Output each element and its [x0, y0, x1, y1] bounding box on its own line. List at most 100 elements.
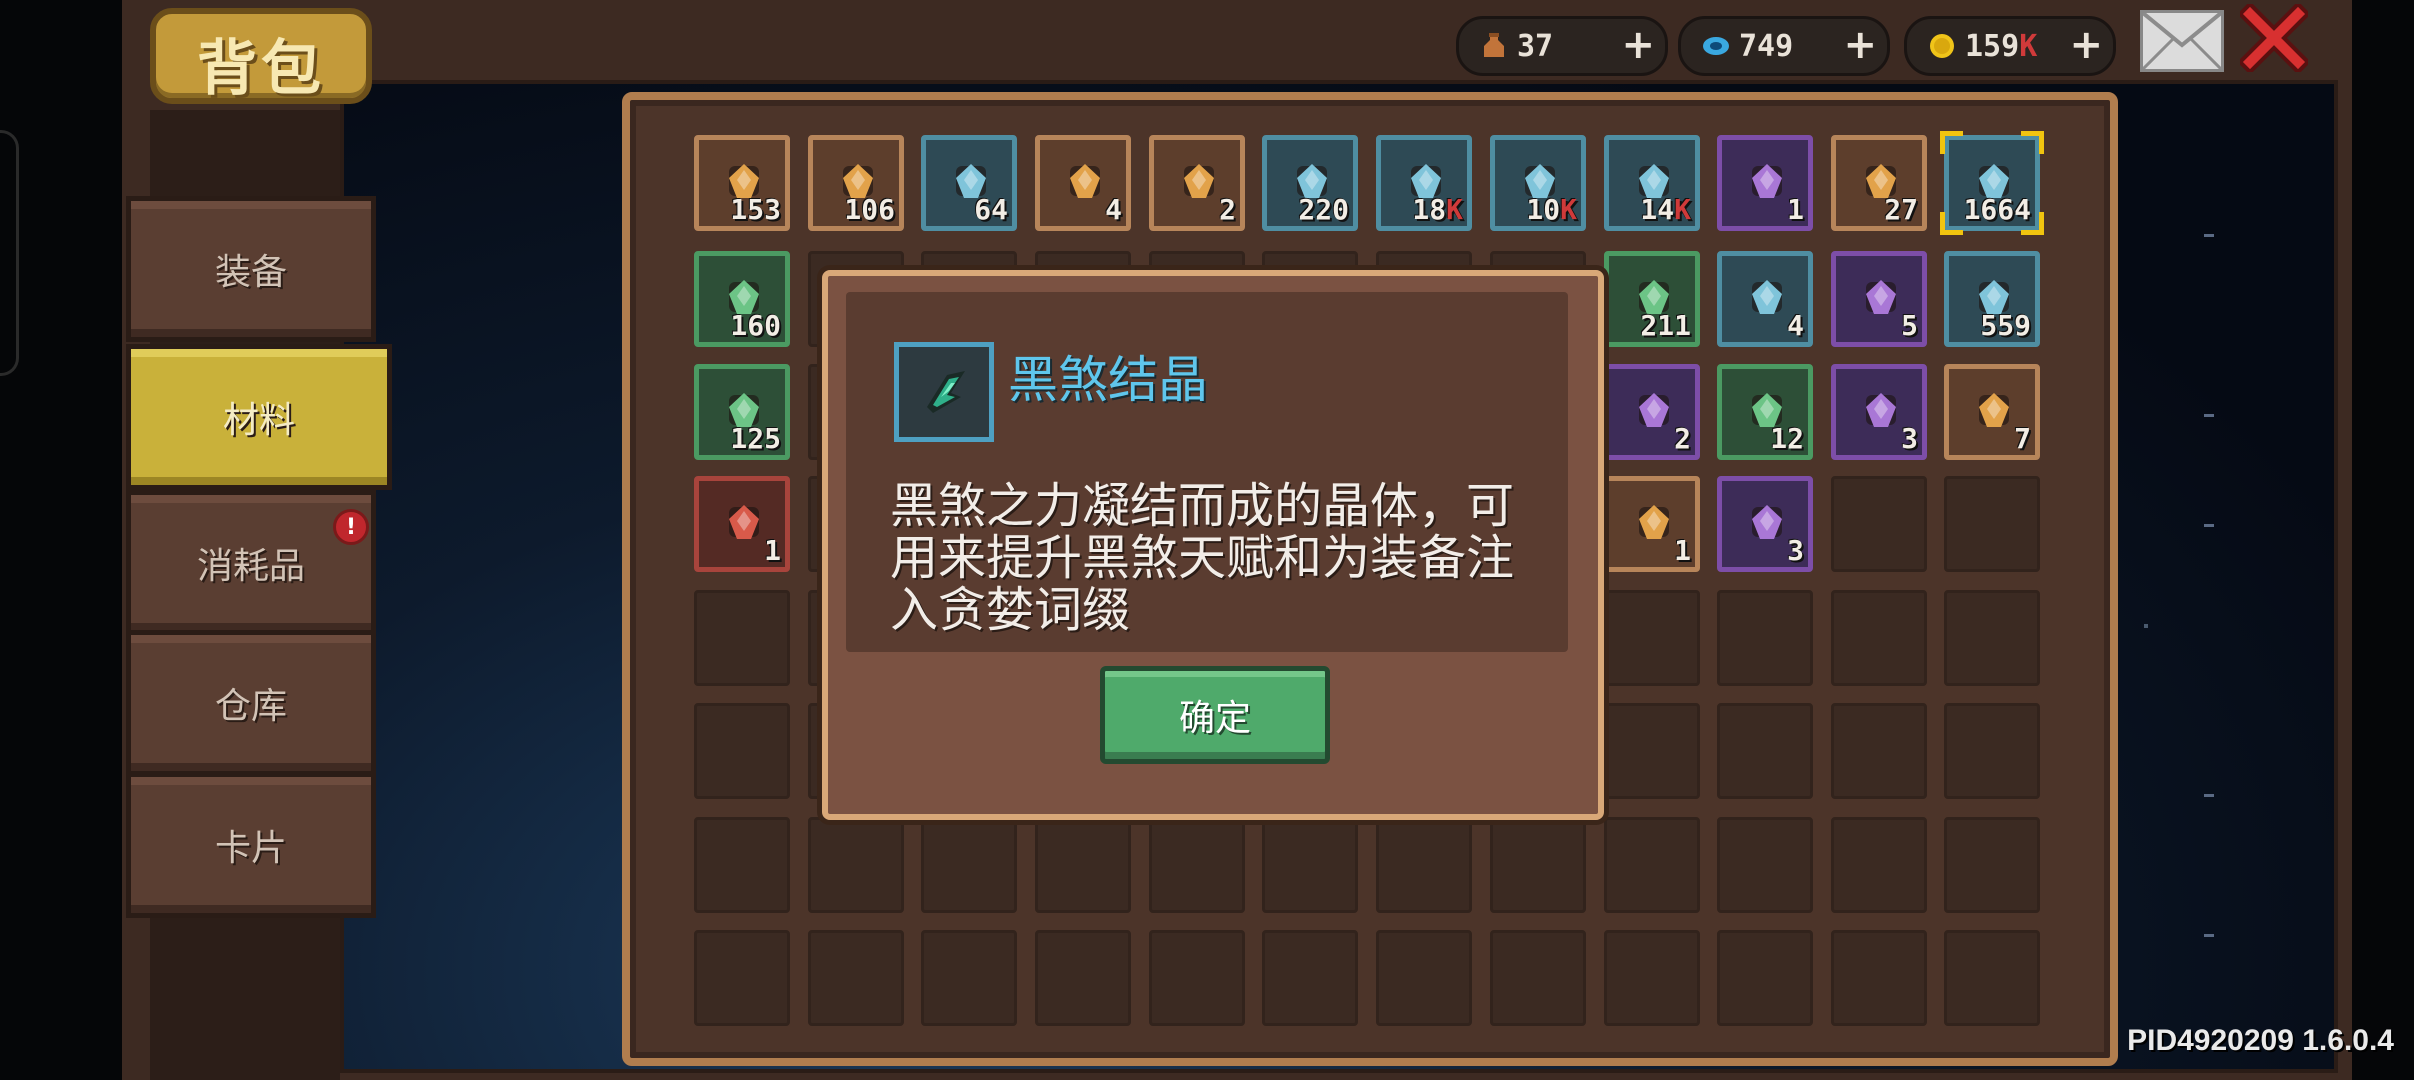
- add-gem-button[interactable]: +: [1843, 22, 1877, 68]
- inventory-item-slot[interactable]: 1: [694, 476, 790, 572]
- empty-slot: [1944, 930, 2040, 1026]
- inventory-item-slot[interactable]: 106: [808, 135, 904, 231]
- empty-slot: [921, 930, 1017, 1026]
- game-screen: 背包 装备 材料 消耗品 ! 仓库 卡片 3 7 + 749 + 159K + 1…: [0, 0, 2414, 1080]
- inventory-item-slot[interactable]: 2: [1149, 135, 1245, 231]
- item-count: 153: [730, 193, 781, 226]
- tab-materials[interactable]: 材料: [126, 344, 392, 490]
- page-title: 背包: [197, 34, 325, 104]
- tab-label: 仓库: [214, 686, 287, 727]
- inventory-item-slot[interactable]: 559: [1944, 251, 2040, 347]
- empty-slot: [694, 590, 790, 686]
- dialog-item-description: 黑煞之力凝结而成的晶体，可 用来提升黑煞天赋和为装备注 入贪婪词缀: [890, 480, 1580, 636]
- item-count: 27: [1884, 193, 1918, 226]
- inventory-item-slot[interactable]: 10K: [1490, 135, 1586, 231]
- tab-label: 装备: [214, 252, 287, 293]
- empty-slot: [1490, 817, 1586, 913]
- empty-slot: [1944, 590, 2040, 686]
- purple-map-icon: [1866, 393, 1896, 427]
- empty-slot: [1717, 817, 1813, 913]
- screen-right-edge: [2352, 0, 2414, 1080]
- resource-value: 749: [1739, 28, 1794, 64]
- purple-leaf-icon: [1866, 280, 1896, 314]
- blue-leaf-icon: [1752, 280, 1782, 314]
- add-gold-button[interactable]: +: [2069, 22, 2103, 68]
- item-count: 559: [1980, 309, 2031, 342]
- inventory-item-slot[interactable]: 160: [694, 251, 790, 347]
- item-count: 1: [764, 534, 781, 567]
- tab-label: 材料: [222, 400, 295, 441]
- inventory-item-slot[interactable]: 1664: [1940, 131, 2044, 235]
- tab-cards[interactable]: 卡片: [126, 772, 376, 918]
- inventory-item-slot[interactable]: 3: [1831, 364, 1927, 460]
- item-count: 7: [2014, 422, 2031, 455]
- inventory-item-slot[interactable]: 220: [1262, 135, 1358, 231]
- confirm-label: 确定: [1178, 698, 1251, 739]
- item-count: 3: [1901, 422, 1918, 455]
- empty-slot: [1831, 590, 1927, 686]
- inventory-item-slot[interactable]: 1: [1604, 476, 1700, 572]
- inventory-item-slot[interactable]: 64: [921, 135, 1017, 231]
- empty-slot: [1149, 817, 1245, 913]
- inventory-item-slot[interactable]: 27: [1831, 135, 1927, 231]
- star: [2204, 234, 2214, 237]
- empty-slot: [1262, 817, 1358, 913]
- item-count: 211: [1640, 309, 1691, 342]
- scroll-icon: [1184, 164, 1214, 198]
- inventory-item-slot[interactable]: 12: [1717, 364, 1813, 460]
- stone-icon: [1070, 164, 1100, 198]
- item-detail-dialog: 黑煞结晶 黑煞之力凝结而成的晶体，可 用来提升黑煞天赋和为装备注 入贪婪词缀 确…: [822, 270, 1604, 820]
- empty-slot: [1376, 817, 1472, 913]
- description-line: 黑煞之力凝结而成的晶体，可: [890, 478, 1515, 534]
- inventory-item-slot[interactable]: 4: [1035, 135, 1131, 231]
- inventory-item-slot[interactable]: 1: [1717, 135, 1813, 231]
- device-edge: [0, 130, 19, 376]
- resource-gold: 159K +: [1904, 16, 2116, 76]
- inventory-item-slot[interactable]: 4: [1717, 251, 1813, 347]
- star: [2204, 934, 2214, 937]
- mail-button[interactable]: [2140, 10, 2224, 72]
- screen-left-edge: [0, 0, 122, 1080]
- selection-corner: [2021, 212, 2044, 235]
- inventory-item-slot[interactable]: 7: [1944, 364, 2040, 460]
- gold-coin-icon: [1930, 34, 1954, 58]
- feather-icon: [1639, 393, 1669, 427]
- inventory-item-slot[interactable]: 125: [694, 364, 790, 460]
- empty-slot: [1604, 703, 1700, 799]
- empty-slot: [1262, 930, 1358, 1026]
- item-count: 14K: [1640, 193, 1691, 226]
- pyramid-icon: [1639, 505, 1669, 539]
- inventory-item-slot[interactable]: 14K: [1604, 135, 1700, 231]
- add-potion-button[interactable]: +: [1621, 22, 1655, 68]
- inventory-item-slot[interactable]: 211: [1604, 251, 1700, 347]
- tab-warehouse[interactable]: 仓库: [126, 630, 376, 776]
- empty-slot: [1035, 930, 1131, 1026]
- close-icon: [2237, 1, 2311, 75]
- empty-slot: [1944, 476, 2040, 572]
- item-count: 2: [1674, 422, 1691, 455]
- item-count: 125: [730, 422, 781, 455]
- inventory-item-slot[interactable]: 18K: [1376, 135, 1472, 231]
- empty-slot: [694, 817, 790, 913]
- empty-slot: [808, 930, 904, 1026]
- inventory-item-slot[interactable]: 5: [1831, 251, 1927, 347]
- tab-consumables[interactable]: 消耗品 !: [126, 490, 376, 636]
- potion-bag-icon: [1484, 33, 1504, 57]
- empty-slot: [808, 817, 904, 913]
- close-button[interactable]: [2237, 1, 2311, 75]
- green-orb-icon: [1752, 164, 1782, 198]
- empty-slot: [1831, 930, 1927, 1026]
- inventory-item-slot[interactable]: 153: [694, 135, 790, 231]
- inventory-item-slot[interactable]: 2: [1604, 364, 1700, 460]
- confirm-button[interactable]: 确定: [1100, 666, 1330, 764]
- inventory-item-slot[interactable]: 3: [1717, 476, 1813, 572]
- tab-equipment[interactable]: 装备: [126, 196, 376, 342]
- empty-slot: [1376, 930, 1472, 1026]
- envelope-icon: [2141, 11, 2223, 71]
- item-count: 10K: [1526, 193, 1577, 226]
- item-count: 12: [1770, 422, 1804, 455]
- empty-slot: [1604, 930, 1700, 1026]
- dialog-body: 黑煞结晶 黑煞之力凝结而成的晶体，可 用来提升黑煞天赋和为装备注 入贪婪词缀: [846, 292, 1568, 652]
- item-count: 64: [974, 193, 1008, 226]
- empty-slot: [1035, 817, 1131, 913]
